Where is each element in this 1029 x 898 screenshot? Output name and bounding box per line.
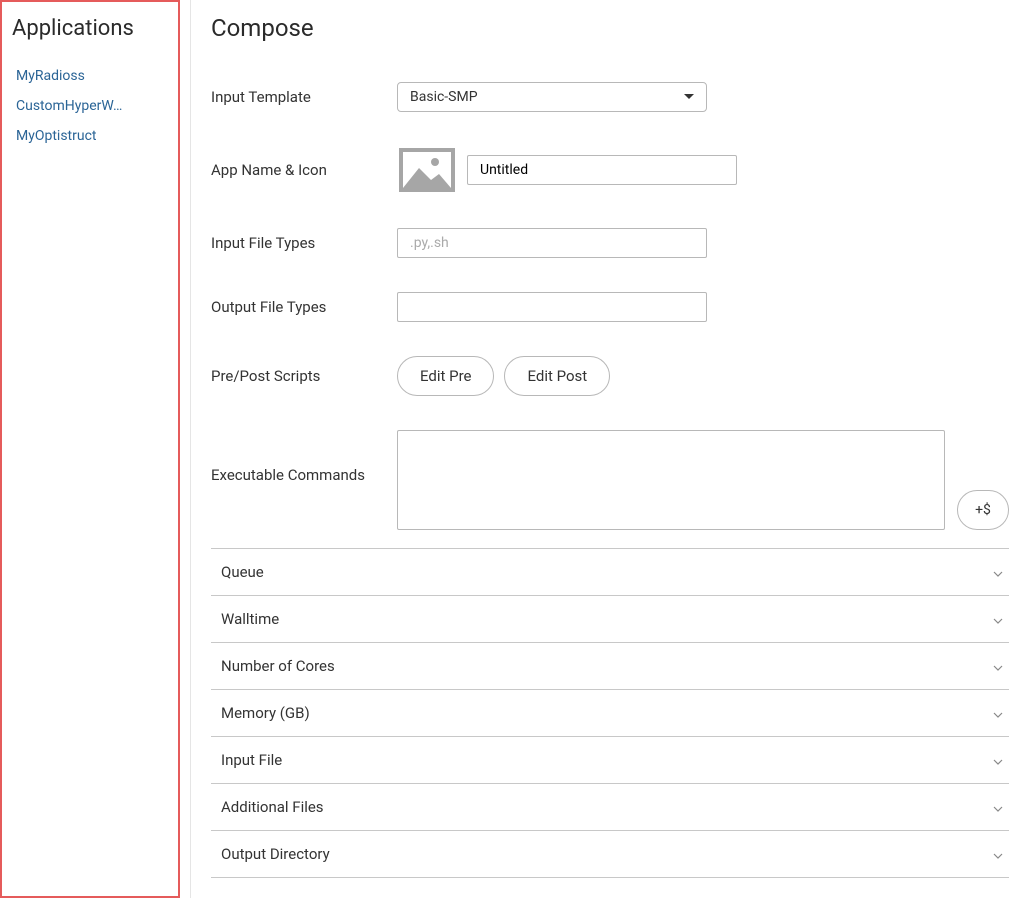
input-template-value: Basic-SMP (410, 89, 478, 105)
chevron-down-icon (993, 704, 1003, 722)
prepost-label: Pre/Post Scripts (211, 367, 397, 385)
chevron-down-icon (993, 751, 1003, 769)
edit-pre-button[interactable]: Edit Pre (397, 356, 494, 396)
accordion-walltime-label: Walltime (221, 610, 279, 628)
sidebar-item-myoptistruct[interactable]: MyOptistruct (12, 121, 168, 151)
accordion-cores[interactable]: Number of Cores (211, 643, 1009, 689)
accordion-input-file[interactable]: Input File (211, 737, 1009, 783)
app-name-input[interactable] (467, 155, 737, 185)
accordion-input-file-label: Input File (221, 751, 282, 769)
chevron-down-icon (993, 657, 1003, 675)
input-template-label: Input Template (211, 88, 397, 106)
accordion-queue[interactable]: Queue (211, 549, 1009, 595)
accordion-memory-label: Memory (GB) (221, 704, 310, 722)
accordion-output-directory-label: Output Directory (221, 845, 330, 863)
app-icon-picker[interactable] (397, 146, 457, 194)
accordion: Queue Walltime Number of Cores (211, 548, 1009, 878)
sidebar-item-customhyperw[interactable]: CustomHyperW… (12, 91, 168, 121)
input-file-types-input[interactable] (397, 228, 707, 258)
chevron-down-icon (993, 845, 1003, 863)
chevron-down-icon (993, 798, 1003, 816)
sidebar-item-myradioss[interactable]: MyRadioss (12, 61, 168, 91)
app-name-icon-label: App Name & Icon (211, 161, 397, 179)
exec-commands-textarea[interactable] (397, 430, 945, 530)
input-file-types-label: Input File Types (211, 234, 397, 252)
accordion-cores-label: Number of Cores (221, 657, 335, 675)
chevron-down-icon (993, 610, 1003, 628)
sidebar-title: Applications (12, 16, 168, 41)
accordion-additional-files-label: Additional Files (221, 798, 324, 816)
add-variable-button[interactable]: +$ (957, 490, 1009, 530)
accordion-memory[interactable]: Memory (GB) (211, 690, 1009, 736)
accordion-output-directory[interactable]: Output Directory (211, 831, 1009, 877)
exec-commands-label: Executable Commands (211, 430, 397, 484)
output-file-types-input[interactable] (397, 292, 707, 322)
chevron-down-icon (993, 563, 1003, 581)
page-title: Compose (211, 14, 1009, 42)
input-template-select[interactable]: Basic-SMP (397, 82, 707, 112)
edit-post-button[interactable]: Edit Post (504, 356, 610, 396)
output-file-types-label: Output File Types (211, 298, 397, 316)
accordion-walltime[interactable]: Walltime (211, 596, 1009, 642)
main-content: Compose Input Template Basic-SMP App Nam… (190, 0, 1029, 898)
accordion-queue-label: Queue (221, 563, 264, 581)
accordion-additional-files[interactable]: Additional Files (211, 784, 1009, 830)
sidebar: Applications MyRadioss CustomHyperW… MyO… (0, 0, 180, 898)
